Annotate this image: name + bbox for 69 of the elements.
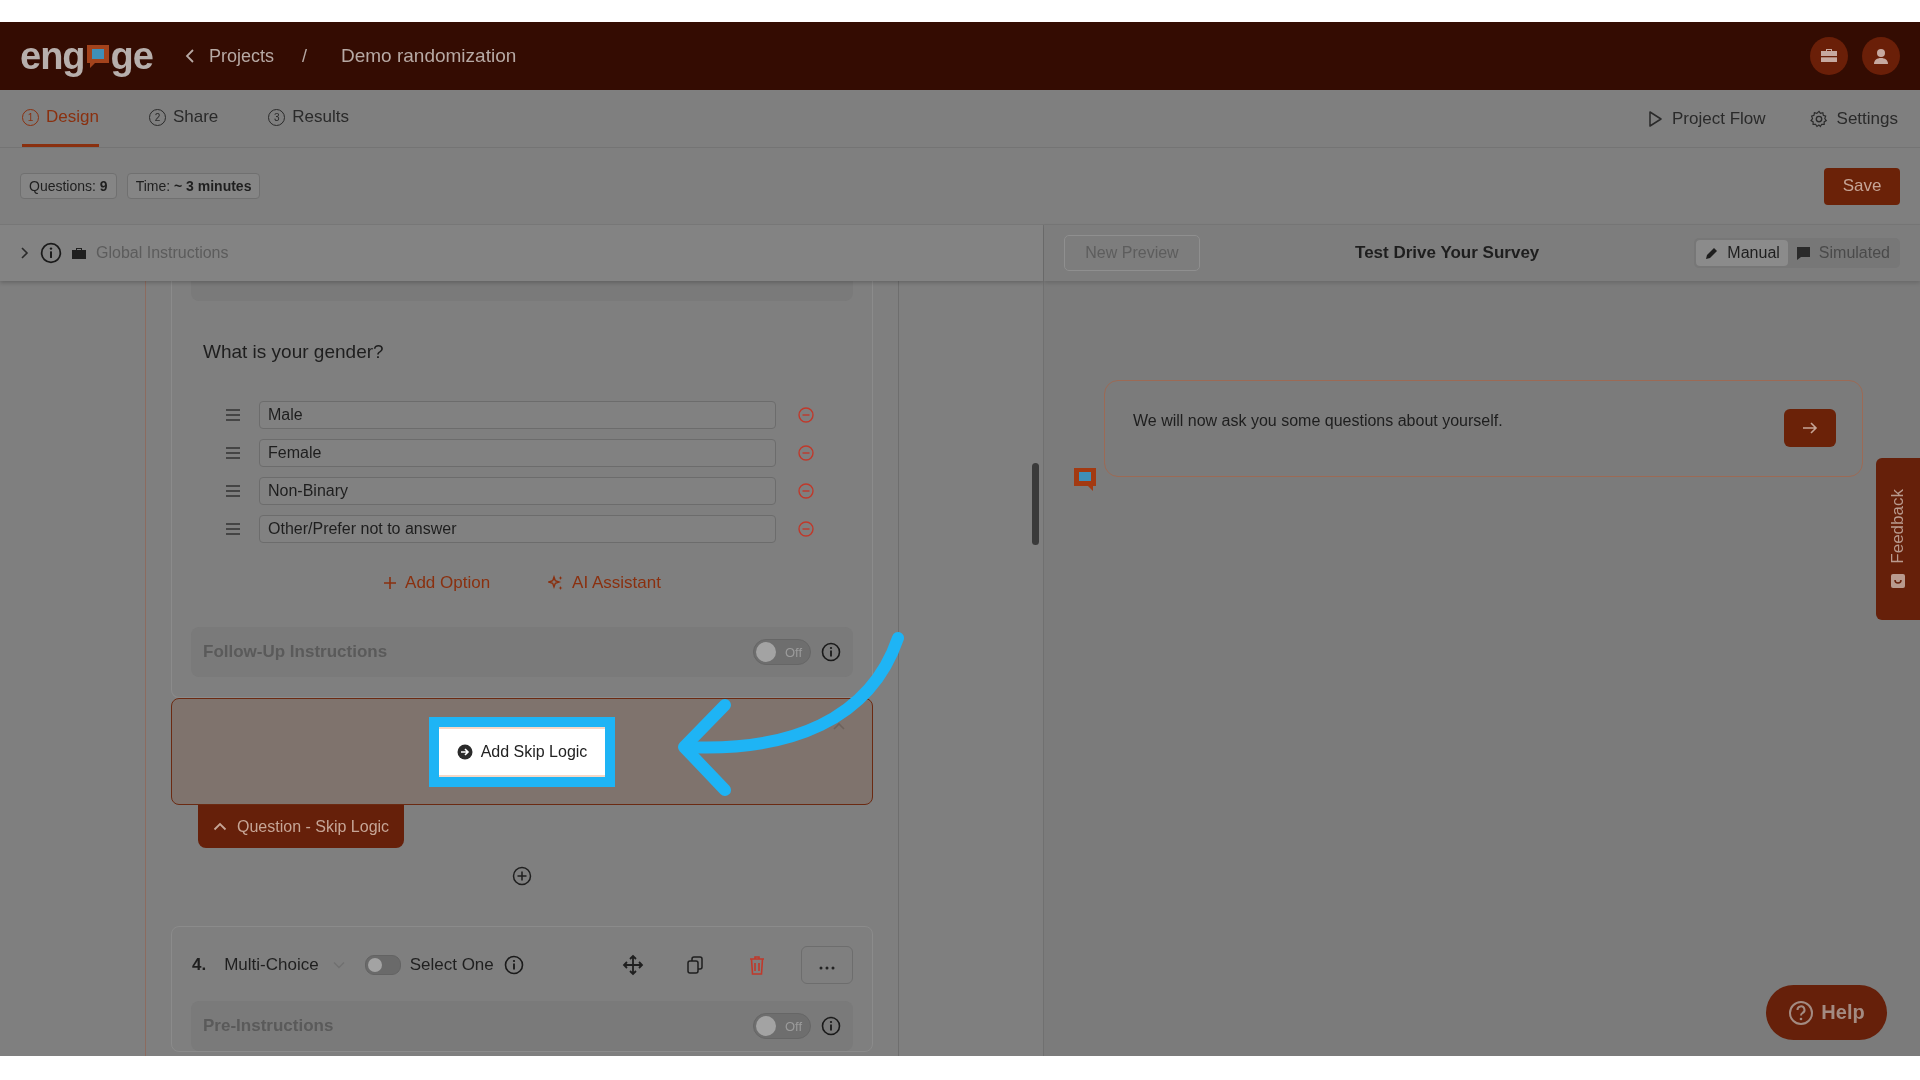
stat-chip: Time: ~ 3 minutes <box>126 173 261 199</box>
more-icon <box>819 965 835 970</box>
mode-tab[interactable]: Manual <box>1696 240 1788 266</box>
breadcrumb-separator: / <box>301 45 307 67</box>
stat-chip: Questions: 9 <box>20 173 117 199</box>
save-button[interactable]: Save <box>1824 167 1900 205</box>
collapse-icon[interactable] <box>832 721 846 731</box>
remove-icon[interactable] <box>798 407 814 423</box>
toggle-label: Select One <box>409 955 494 975</box>
drag-handle-icon[interactable] <box>225 446 241 460</box>
add-skip-logic-button[interactable]: Add Skip Logic <box>439 726 605 777</box>
remove-icon[interactable] <box>798 445 814 461</box>
info-icon[interactable] <box>503 955 524 975</box>
logo-icon <box>84 42 111 70</box>
user-icon <box>1873 47 1889 65</box>
toggle-switch[interactable] <box>364 955 401 975</box>
briefcase-icon <box>72 247 86 259</box>
panel-title: Test Drive Your Survey <box>1354 243 1541 263</box>
tab[interactable]: 1 Design <box>22 90 99 147</box>
settings-icon <box>1809 109 1828 128</box>
ai-assistant-button[interactable]: AI Assistant <box>548 573 661 593</box>
smiley-icon <box>1890 573 1906 590</box>
option-field[interactable]: Male <box>259 401 776 429</box>
option-field[interactable]: Non-Binary <box>259 477 776 505</box>
logo-text: eng <box>20 34 85 78</box>
scrollbar[interactable] <box>1032 463 1039 545</box>
skip-logic-tab[interactable]: Question - Skip Logic <box>198 805 405 848</box>
toolbox-button[interactable] <box>1810 37 1848 75</box>
profile-button[interactable] <box>1862 37 1900 75</box>
drag-handle-icon[interactable] <box>225 484 241 498</box>
chat-icon <box>1795 245 1811 261</box>
breadcrumb-link[interactable]: Projects <box>208 45 274 67</box>
toolbox-icon <box>1820 48 1838 64</box>
settings-button[interactable]: Settings <box>1809 90 1898 147</box>
logo-text: ge <box>110 34 153 78</box>
chevron-up-icon <box>213 822 227 831</box>
add-question-icon[interactable] <box>512 866 532 886</box>
move-icon[interactable] <box>621 954 644 976</box>
option-field[interactable]: Female <box>259 439 776 467</box>
feedback-tab[interactable]: Feedback <box>1876 458 1920 620</box>
project-title: Demo randomization <box>340 45 517 67</box>
play-icon <box>1648 109 1664 128</box>
more-button[interactable] <box>801 946 853 984</box>
drag-handle-icon[interactable] <box>225 522 241 536</box>
expand-chevron-icon[interactable] <box>20 246 30 260</box>
bot-avatar-icon <box>1073 465 1097 493</box>
project-flow-button[interactable]: Project Flow <box>1648 90 1766 147</box>
question-type-dropdown[interactable]: Multi-Choice <box>224 955 319 975</box>
add-option-button[interactable]: Add Option <box>383 573 491 593</box>
help-icon <box>1788 999 1815 1026</box>
arrow-right-icon <box>1802 421 1818 435</box>
next-button[interactable] <box>1784 409 1836 447</box>
arrow-right-icon <box>456 743 473 760</box>
info-icon[interactable] <box>821 642 841 662</box>
question-text: What is your gender? <box>203 341 385 363</box>
remove-icon[interactable] <box>798 483 814 499</box>
message-text: We will now ask you some questions about yourself. <box>1133 412 1504 430</box>
tab[interactable]: 2 Share <box>148 90 219 147</box>
remove-icon[interactable] <box>798 521 814 537</box>
option-field[interactable]: Other/Prefer not to answer <box>259 515 776 543</box>
info-icon[interactable] <box>40 242 62 264</box>
info-icon[interactable] <box>821 1016 841 1036</box>
question-number: 4. <box>192 955 207 975</box>
plus-icon <box>383 576 398 590</box>
help-button[interactable]: Help <box>1766 985 1887 1040</box>
pencil-icon <box>1704 245 1720 261</box>
tab[interactable]: 3 Results <box>268 90 349 147</box>
back-icon[interactable] <box>184 48 195 64</box>
drag-handle-icon[interactable] <box>225 408 241 422</box>
